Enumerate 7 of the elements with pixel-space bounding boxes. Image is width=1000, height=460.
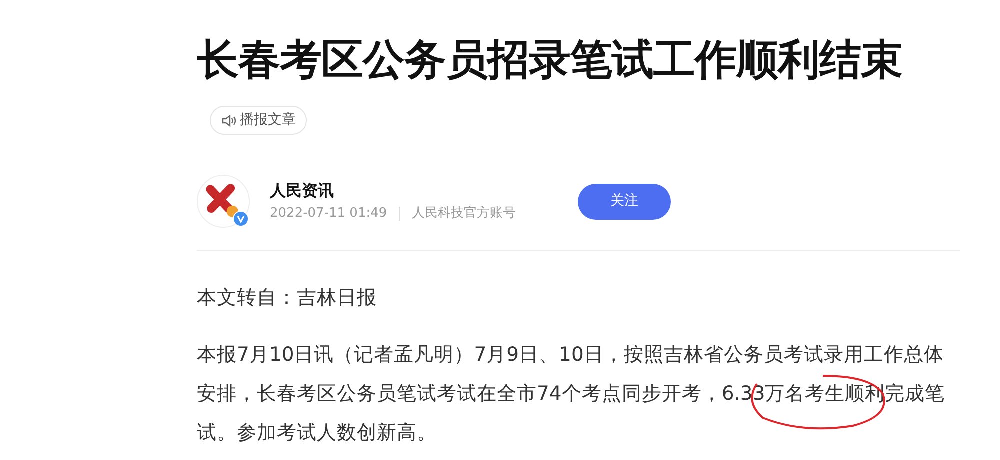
follow-button[interactable]: 关注 [578, 184, 671, 220]
account-label: 人民科技官方账号 [412, 204, 516, 222]
article-title: 长春考区公务员招录笔试工作顺利结束 [197, 34, 904, 86]
publish-time: 2022-07-11 01:49 [270, 204, 388, 222]
listen-button[interactable]: 播报文章 [210, 106, 307, 135]
author-name[interactable]: 人民资讯 [270, 180, 560, 200]
paragraph: 本文转自：吉林日报 [197, 285, 378, 311]
